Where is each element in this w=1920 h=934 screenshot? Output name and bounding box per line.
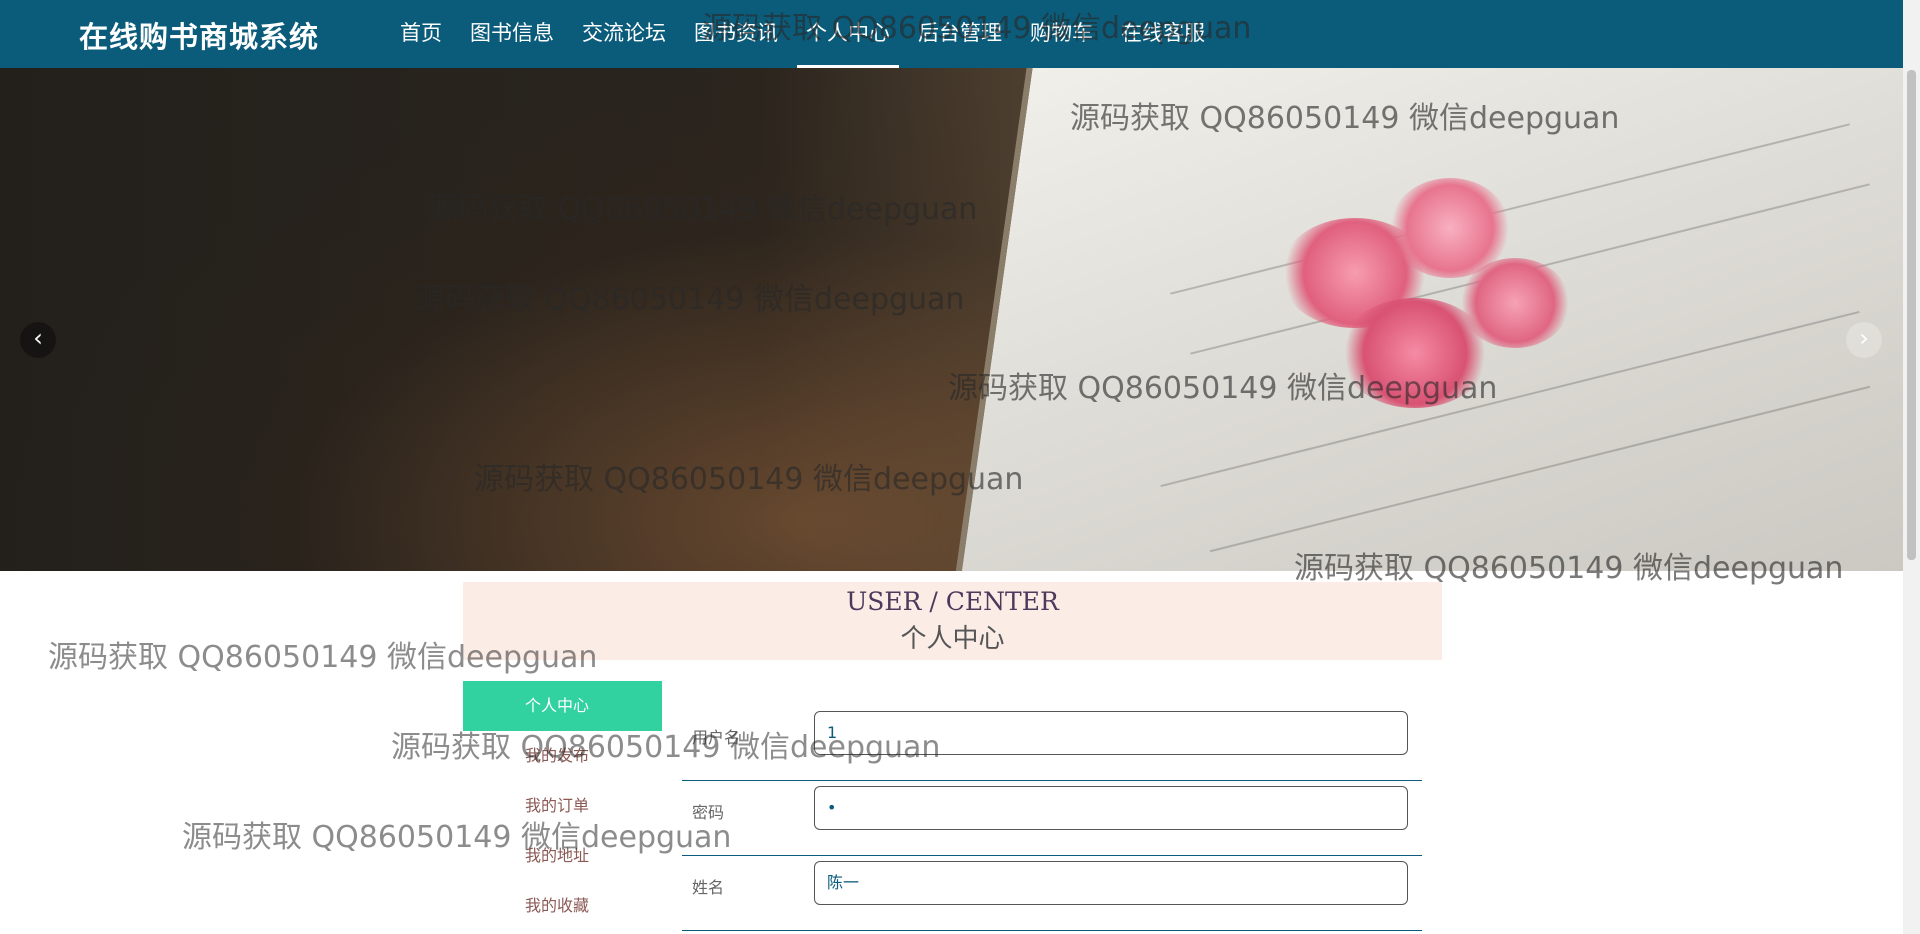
username-input[interactable]: 1 — [814, 711, 1408, 755]
side-item-my-favorites[interactable]: 我的收藏 — [463, 881, 662, 931]
top-navbar: 在线购书商城系统 首页 图书信息 交流论坛 图书资讯 个人中心 后台管理 购物车… — [0, 0, 1903, 68]
side-item-my-addresses[interactable]: 我的地址 — [463, 831, 662, 881]
carousel-next-button[interactable]: › — [1846, 322, 1882, 358]
form-row-username: 用户名 1 — [682, 706, 1422, 781]
nav-item-user-center[interactable]: 个人中心 — [792, 0, 904, 68]
carousel-prev-button[interactable]: ‹ — [20, 322, 56, 358]
scrollbar-thumb[interactable] — [1907, 70, 1916, 560]
side-item-my-orders[interactable]: 我的订单 — [463, 781, 662, 831]
nav-item-home[interactable]: 首页 — [386, 0, 456, 68]
flower-image — [1460, 258, 1570, 348]
site-brand[interactable]: 在线购书商城系统 — [79, 14, 319, 56]
password-label: 密码 — [692, 803, 725, 822]
name-input[interactable]: 陈一 — [814, 861, 1408, 905]
nav-item-book-news[interactable]: 图书资讯 — [680, 0, 792, 68]
main-nav: 首页 图书信息 交流论坛 图书资讯 个人中心 后台管理 购物车 在线客服 — [386, 0, 1219, 68]
section-title-cn: 个人中心 — [900, 624, 1005, 654]
nav-item-support[interactable]: 在线客服 — [1107, 0, 1219, 68]
hero-desk-image — [0, 68, 1000, 571]
section-title-en: USER / CENTER — [846, 587, 1059, 616]
hero-carousel: ‹ › — [0, 68, 1903, 571]
page-scrollbar[interactable] — [1903, 0, 1920, 934]
side-item-user-center[interactable]: 个人中心 — [463, 681, 662, 731]
form-row-name: 姓名 陈一 — [682, 856, 1422, 931]
username-label: 用户名 — [692, 728, 741, 747]
password-input[interactable]: • — [814, 786, 1408, 830]
side-menu: 个人中心 我的发布 我的订单 我的地址 我的收藏 — [463, 681, 662, 931]
name-label: 姓名 — [692, 878, 725, 897]
chevron-left-icon: ‹ — [33, 324, 43, 352]
chevron-right-icon: › — [1859, 324, 1869, 352]
nav-item-admin[interactable]: 后台管理 — [904, 0, 1016, 68]
nav-item-forum[interactable]: 交流论坛 — [568, 0, 680, 68]
side-item-my-posts[interactable]: 我的发布 — [463, 731, 662, 781]
form-row-password: 密码 • — [682, 781, 1422, 856]
nav-item-cart[interactable]: 购物车 — [1016, 0, 1107, 68]
nav-item-book-info[interactable]: 图书信息 — [456, 0, 568, 68]
user-info-form: 用户名 1 密码 • 姓名 陈一 — [682, 706, 1422, 931]
section-title-box: USER / CENTER 个人中心 — [463, 582, 1442, 660]
